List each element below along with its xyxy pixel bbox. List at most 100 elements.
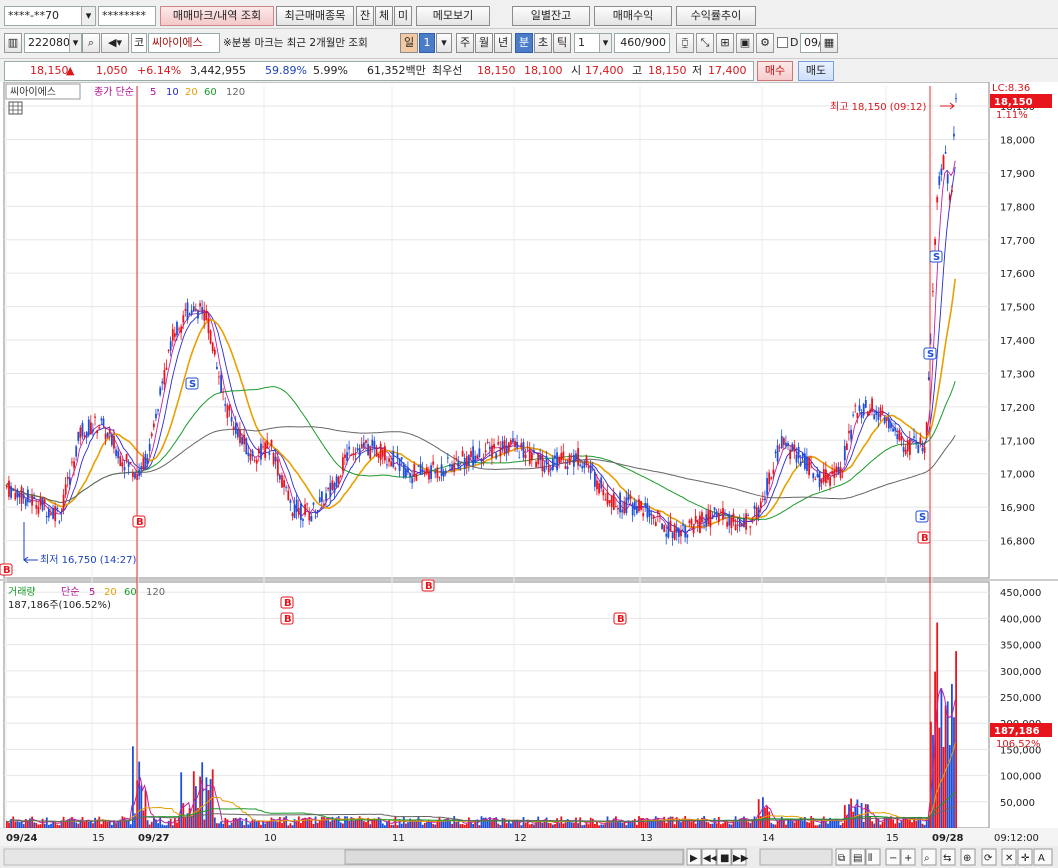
- volume-bar: [694, 823, 697, 828]
- candle-body: [457, 460, 460, 469]
- candle-body: [885, 417, 888, 421]
- recent-trades-button[interactable]: 최근매매종목: [276, 6, 354, 26]
- volume-bar: [132, 746, 134, 828]
- candle-body: [178, 328, 180, 330]
- vlegend-ma5: 5: [89, 587, 95, 598]
- stock-code-input[interactable]: 222080 ▾: [24, 33, 82, 53]
- bar-count-field[interactable]: 460/900: [614, 33, 670, 53]
- candle-body: [904, 449, 907, 455]
- volume-bar: [451, 823, 453, 828]
- candle-body: [549, 468, 552, 471]
- candle-body: [201, 307, 204, 314]
- unfilled-button[interactable]: 미: [394, 6, 412, 26]
- candle-body: [547, 466, 550, 473]
- rewind-icon: ◀◀: [703, 853, 719, 864]
- tab-second[interactable]: 초: [534, 33, 552, 53]
- buy-button[interactable]: 매수: [757, 61, 793, 81]
- tab-year[interactable]: 년: [494, 33, 512, 53]
- stock-chart[interactable]: 씨아이에스 종가 단순 5 10 20 60 120 18,10018,0001…: [0, 82, 1058, 868]
- trade-mark-query-button[interactable]: 매매마크/내역 조회: [160, 6, 274, 26]
- d-checkbox[interactable]: [777, 37, 788, 48]
- balance-button[interactable]: 잔: [356, 6, 374, 26]
- volume-bar: [673, 824, 676, 828]
- volume-bar: [81, 816, 84, 828]
- trade-amount: 61,352백만: [367, 64, 426, 77]
- memo-button[interactable]: 메모보기: [416, 6, 490, 26]
- candle-body: [680, 530, 682, 537]
- current-volume-pct: 106.52%: [996, 739, 1041, 750]
- candle-body: [711, 517, 714, 519]
- tab-week[interactable]: 주: [456, 33, 474, 53]
- tab-minute[interactable]: 분: [515, 33, 533, 53]
- volume-bar: [279, 817, 281, 828]
- scrollbar-thumb[interactable]: [344, 849, 684, 865]
- candle-body: [45, 515, 48, 518]
- volume-bar: [321, 816, 323, 828]
- stock-name-field[interactable]: 씨아이에스: [148, 33, 220, 53]
- candle-body: [690, 519, 693, 525]
- tab-month[interactable]: 월: [475, 33, 493, 53]
- magnifier-icon: ⌕: [924, 853, 930, 864]
- chevron-down-icon[interactable]: ▾: [81, 7, 95, 25]
- chevron-down-icon[interactable]: ▾: [69, 34, 81, 52]
- toolbar-row-2: ▥ 222080 ▾ ⌕ ◀▾ 코 씨아이에스 ※분봉 마크는 최근 2개월만 조…: [0, 28, 1058, 58]
- speaker-icon[interactable]: ◀▾: [101, 33, 129, 53]
- candle-body: [405, 468, 407, 477]
- volume-bar: [226, 819, 229, 828]
- price-tick-label: 17,500: [1000, 303, 1035, 314]
- return-trend-button[interactable]: 수익률추이: [676, 6, 756, 26]
- volume-bar: [27, 821, 29, 828]
- candle-body: [106, 432, 109, 438]
- volume-bar: [774, 824, 777, 828]
- volume-bar: [203, 819, 206, 828]
- candle-body: [902, 447, 905, 452]
- zoom-slider[interactable]: [759, 848, 833, 866]
- account-select[interactable]: ****-**70 ▾: [4, 6, 96, 26]
- layout-icon[interactable]: ▥: [4, 33, 22, 53]
- search-icon[interactable]: ⌕: [82, 33, 100, 53]
- candle-body: [394, 468, 397, 470]
- candle-body: [228, 405, 231, 411]
- candle-body: [195, 308, 197, 311]
- plus-icon: +: [904, 853, 912, 864]
- table-icon[interactable]: [8, 101, 23, 115]
- candle-body: [342, 457, 344, 471]
- sell-button[interactable]: 매도: [798, 61, 834, 81]
- price-tick-label: 17,200: [1000, 403, 1035, 414]
- vlegend-ma20: 20: [104, 587, 117, 598]
- trade-profit-button[interactable]: 매매수익: [594, 6, 672, 26]
- candle-body: [329, 482, 332, 498]
- tab-day-count[interactable]: 1: [419, 33, 435, 53]
- candle-body: [253, 460, 256, 462]
- candle-body: [379, 443, 382, 460]
- interval-select[interactable]: 1 ▾: [574, 33, 612, 53]
- tab-days-dropdown[interactable]: ▾: [436, 33, 452, 53]
- candle-body: [209, 330, 212, 344]
- volume-bar: [369, 824, 372, 828]
- candle-body: [793, 444, 796, 452]
- candle-body: [787, 442, 789, 446]
- tab-day[interactable]: 일: [400, 33, 418, 53]
- save-icon[interactable]: ▣: [736, 33, 754, 53]
- volume-bar: [388, 819, 390, 828]
- volume-bar: [453, 816, 456, 828]
- candle-body: [858, 405, 861, 412]
- settings-icon[interactable]: ⚙: [756, 33, 774, 53]
- daily-balance-button[interactable]: 일별잔고: [512, 6, 590, 26]
- tool-icon[interactable]: ⤡: [696, 33, 714, 53]
- grid-icon[interactable]: ⊞: [716, 33, 734, 53]
- password-field[interactable]: ********: [98, 6, 156, 26]
- calendar-icon[interactable]: ▦: [820, 33, 838, 53]
- volume-bar: [871, 821, 873, 828]
- tab-tick[interactable]: 틱: [553, 33, 571, 53]
- volume-bar: [587, 824, 590, 828]
- candle-body: [911, 438, 913, 441]
- candle-body: [682, 524, 684, 526]
- execution-button[interactable]: 체: [375, 6, 393, 26]
- candle-body: [365, 440, 367, 444]
- candle-body: [906, 440, 909, 452]
- volume-bar: [111, 824, 113, 828]
- candle-body: [407, 467, 409, 473]
- candle-style-icon[interactable]: ⧮: [676, 33, 694, 53]
- chevron-down-icon[interactable]: ▾: [599, 34, 611, 52]
